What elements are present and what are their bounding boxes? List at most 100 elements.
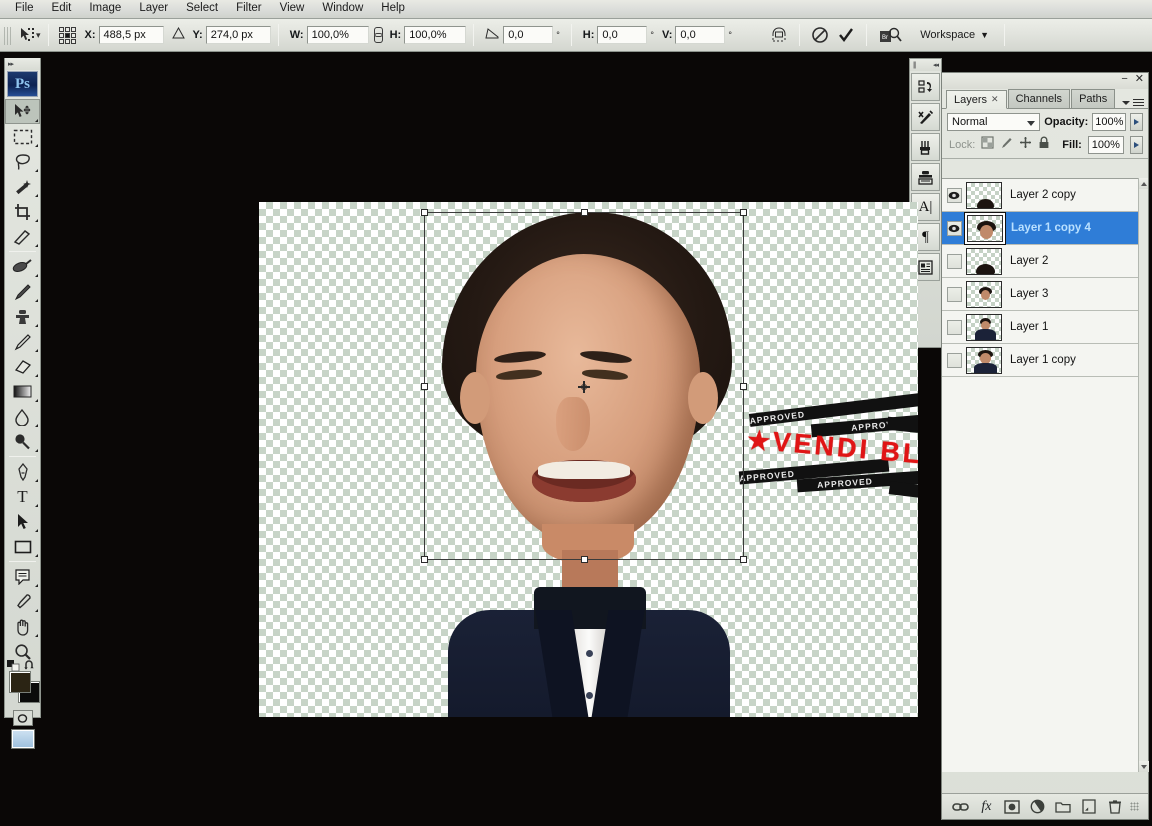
new-group-button[interactable] — [1053, 797, 1073, 816]
panel-menu-button[interactable] — [1122, 99, 1144, 106]
crop-tool[interactable] — [5, 199, 40, 224]
options-bar-grip[interactable] — [4, 23, 12, 47]
history-brush-tool[interactable] — [5, 329, 40, 354]
layer-row-layer-1[interactable]: Layer 1 — [942, 311, 1148, 344]
rectangle-shape-tool[interactable] — [5, 534, 40, 559]
layer-name[interactable]: Layer 1 copy — [1010, 354, 1076, 366]
skew-h-input[interactable]: 0,0 — [597, 26, 648, 44]
reference-point-grid[interactable] — [58, 26, 76, 44]
layer-row-layer-2-copy[interactable]: Layer 2 copy — [942, 179, 1148, 212]
ref-point-bl[interactable] — [58, 38, 64, 44]
lock-position-button[interactable] — [1019, 136, 1032, 154]
type-tool-flyout-indicator[interactable] — [35, 504, 38, 507]
healing-brush-flyout-indicator[interactable] — [35, 274, 38, 277]
brushes-panel-button[interactable] — [911, 133, 940, 161]
dodge-tool-flyout-indicator[interactable] — [35, 449, 38, 452]
rectangular-marquee-tool[interactable] — [5, 124, 40, 149]
panel-resize-grip[interactable] — [1130, 802, 1140, 811]
scroll-down-button[interactable] — [1139, 761, 1149, 772]
layer-thumbnail[interactable] — [966, 247, 1002, 275]
eraser-tool-flyout-indicator[interactable] — [35, 374, 38, 377]
minimize-icon[interactable]: − — [1121, 74, 1127, 85]
menu-item-layer[interactable]: Layer — [130, 0, 177, 18]
height-input[interactable]: 100,0% — [404, 26, 467, 44]
lasso-tool-flyout-indicator[interactable] — [35, 169, 38, 172]
rotation-input[interactable]: 0,0 — [503, 26, 554, 44]
layer-thumbnail[interactable] — [966, 280, 1002, 308]
tab-paths[interactable]: Paths — [1071, 89, 1116, 108]
dock-header[interactable]: ||| ◂◂ — [910, 59, 941, 71]
standard-mode-button[interactable] — [12, 710, 33, 726]
menu-item-filter[interactable]: Filter — [227, 0, 271, 18]
blend-mode-select[interactable]: Normal — [947, 113, 1041, 131]
lasso-tool[interactable] — [5, 149, 40, 174]
healing-brush-tool[interactable] — [5, 254, 40, 279]
layer-row-layer-3[interactable]: Layer 3 — [942, 278, 1148, 311]
go-to-bridge-button[interactable]: Br — [874, 23, 908, 47]
eraser-tool[interactable] — [5, 354, 40, 379]
tool-presets-panel-button[interactable] — [911, 103, 940, 131]
fill-slider-button[interactable] — [1129, 136, 1143, 154]
toolbox-collapse-handle[interactable]: ▸▸ — [5, 58, 40, 70]
clone-stamp-flyout-indicator[interactable] — [35, 324, 38, 327]
adjustment-layer-button[interactable] — [1028, 797, 1048, 816]
x-input[interactable]: 488,5 px — [98, 26, 164, 44]
layer-name[interactable]: Layer 2 copy — [1010, 189, 1076, 201]
width-input[interactable]: 100,0% — [306, 26, 369, 44]
layer-row-layer-2[interactable]: Layer 2 — [942, 245, 1148, 278]
menu-item-file[interactable]: File — [6, 0, 43, 18]
hand-tool[interactable] — [5, 614, 40, 639]
layer-name[interactable]: Layer 2 — [1010, 255, 1048, 267]
ref-point-tl[interactable] — [58, 26, 64, 32]
crop-tool-flyout-indicator[interactable] — [35, 219, 38, 222]
eyedropper-flyout-indicator[interactable] — [35, 609, 38, 612]
add-layer-mask-button[interactable] — [1002, 797, 1022, 816]
opacity-input[interactable]: 100% — [1092, 113, 1127, 131]
ref-point-bc[interactable] — [64, 38, 70, 44]
layer-name[interactable]: Layer 1 copy 4 — [1011, 222, 1091, 234]
lock-transparent-pixels-button[interactable] — [981, 136, 994, 154]
ref-point-center[interactable] — [64, 32, 70, 38]
transform-handle-bottom-right[interactable] — [740, 556, 747, 563]
history-brush-flyout-indicator[interactable] — [35, 349, 38, 352]
type-tool[interactable]: T — [5, 484, 40, 509]
close-icon[interactable]: ✕ — [1135, 74, 1144, 85]
menu-item-edit[interactable]: Edit — [43, 0, 81, 18]
workspace-button[interactable]: Workspace ▼ — [912, 26, 997, 44]
tool-preset-chevron-icon[interactable]: ▾ — [36, 30, 41, 41]
panel-titlebar[interactable]: − ✕ — [942, 73, 1148, 89]
gradient-tool[interactable] — [5, 379, 40, 404]
menu-item-image[interactable]: Image — [80, 0, 130, 18]
blur-tool-flyout-indicator[interactable] — [35, 424, 38, 427]
hand-tool-flyout-indicator[interactable] — [35, 634, 38, 637]
pen-tool-flyout-indicator[interactable] — [35, 479, 38, 482]
blur-tool[interactable] — [5, 404, 40, 429]
cancel-transform-button[interactable] — [807, 23, 833, 47]
slice-tool[interactable] — [5, 224, 40, 249]
layer-thumbnail[interactable] — [966, 181, 1002, 209]
layer-style-button[interactable]: fx — [976, 797, 996, 816]
screen-mode-button[interactable] — [10, 729, 35, 749]
clone-stamp-tool[interactable] — [5, 304, 40, 329]
tab-layers[interactable]: Layers ✕ — [946, 90, 1007, 109]
tab-layers-close-icon[interactable]: ✕ — [991, 94, 999, 105]
maintain-aspect-ratio-chain-icon[interactable] — [372, 27, 383, 43]
layer-visibility-toggle[interactable] — [942, 286, 966, 302]
layer-visibility-toggle[interactable] — [942, 220, 966, 236]
ref-point-tc[interactable] — [64, 26, 70, 32]
relative-positioning-icon[interactable] — [171, 26, 185, 44]
layer-thumbnail[interactable] — [966, 313, 1002, 341]
transform-handle-top-center[interactable] — [581, 209, 588, 216]
warp-mode-button[interactable] — [766, 23, 792, 47]
path-selection-tool[interactable] — [5, 509, 40, 534]
clone-source-panel-button[interactable] — [911, 163, 940, 191]
menu-item-window[interactable]: Window — [313, 0, 372, 18]
layer-visibility-toggle[interactable] — [942, 352, 966, 368]
y-input[interactable]: 274,0 px — [205, 26, 271, 44]
transform-handle-middle-left[interactable] — [421, 383, 428, 390]
gradient-tool-flyout-indicator[interactable] — [35, 399, 38, 402]
menu-item-help[interactable]: Help — [372, 0, 414, 18]
skew-v-input[interactable]: 0,0 — [675, 26, 726, 44]
path-selection-flyout-indicator[interactable] — [35, 529, 38, 532]
opacity-slider-button[interactable] — [1130, 113, 1143, 131]
